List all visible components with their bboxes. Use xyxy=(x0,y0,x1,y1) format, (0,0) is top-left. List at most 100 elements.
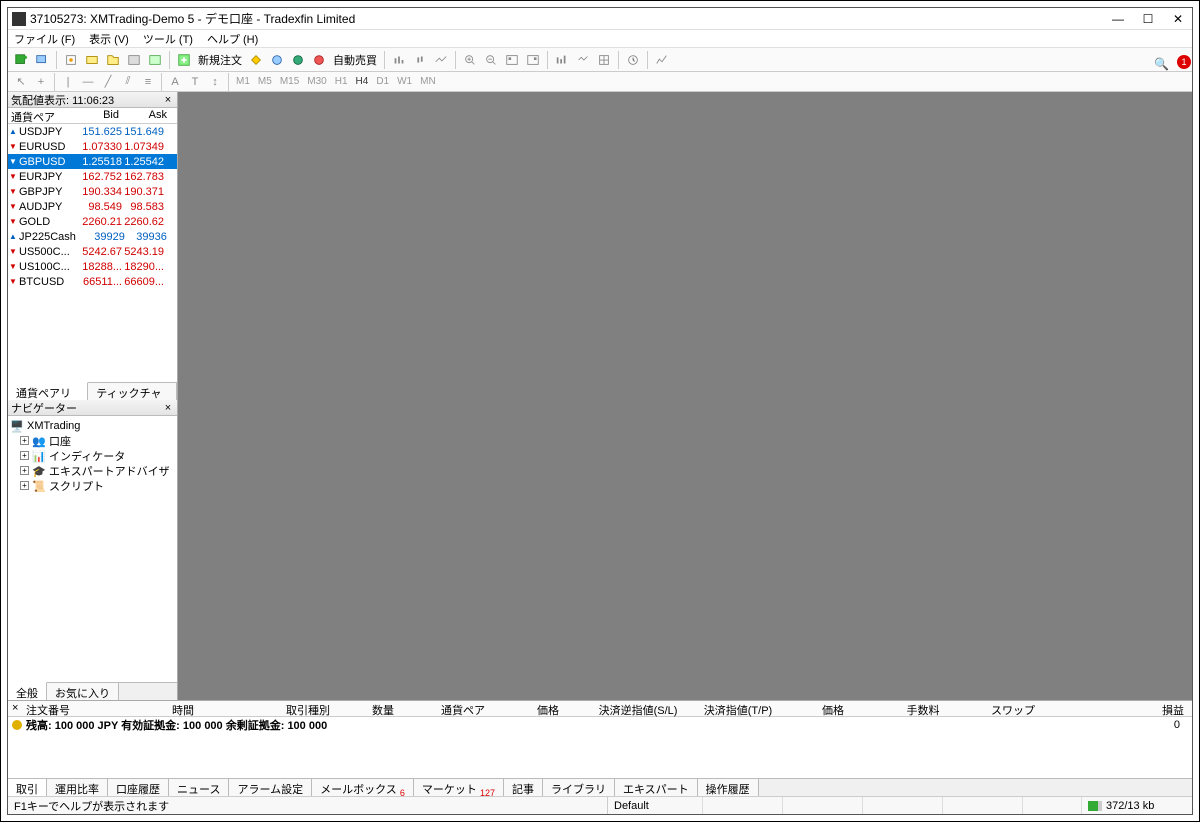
market-watch-row[interactable]: ▼GBPUSD1.255181.25542 xyxy=(8,154,177,169)
col-symbol[interactable]: 通貨ペア xyxy=(8,108,73,123)
tree-indicators[interactable]: +📊インディケータ xyxy=(10,448,175,463)
templates-button[interactable] xyxy=(595,51,613,69)
col-bid[interactable]: Bid xyxy=(73,108,122,123)
strategy-tester-button[interactable] xyxy=(146,51,164,69)
vertical-line-button[interactable]: | xyxy=(59,73,77,91)
tree-accounts[interactable]: +👥口座 xyxy=(10,433,175,448)
tf-w1[interactable]: W1 xyxy=(394,76,415,87)
market-watch-row[interactable]: ▲USDJPY151.625151.649 xyxy=(8,124,177,139)
new-order-icon[interactable] xyxy=(175,51,193,69)
menu-tools[interactable]: ツール (T) xyxy=(143,31,193,47)
col-order[interactable]: 注文番号 xyxy=(8,701,98,716)
terminal-tab[interactable]: 口座履歴 xyxy=(108,779,169,796)
data-window-button[interactable] xyxy=(83,51,101,69)
channel-button[interactable]: ⫽ xyxy=(119,73,137,91)
tree-experts[interactable]: +🎓エキスパートアドバイザ xyxy=(10,463,175,478)
status-profile[interactable]: Default xyxy=(608,797,703,814)
terminal-tab[interactable]: ライブラリ xyxy=(543,779,615,796)
market-watch-row[interactable]: ▼GOLD2260.212260.62 xyxy=(8,214,177,229)
col-price[interactable]: 価格 xyxy=(508,701,588,716)
text-label-button[interactable]: T xyxy=(186,73,204,91)
trendline-button[interactable]: ╱ xyxy=(99,73,117,91)
col-type[interactable]: 取引種別 xyxy=(268,701,348,716)
auto-scroll-button[interactable] xyxy=(503,51,521,69)
market-watch-row[interactable]: ▼EURJPY162.752162.783 xyxy=(8,169,177,184)
tf-m1[interactable]: M1 xyxy=(233,76,253,87)
line-chart-button[interactable] xyxy=(432,51,450,69)
expand-icon[interactable]: + xyxy=(20,481,29,490)
balance-row[interactable]: 残高: 100 000 JPY 有効証拠金: 100 000 余剰証拠金: 10… xyxy=(8,717,1192,732)
market-watch-row[interactable]: ▼GBPJPY190.334190.371 xyxy=(8,184,177,199)
terminal-tab[interactable]: アラーム設定 xyxy=(229,779,312,796)
crosshair-button[interactable]: + xyxy=(32,73,50,91)
notification-badge[interactable]: 1 xyxy=(1177,55,1191,69)
vps-button[interactable] xyxy=(289,51,307,69)
new-chart-button[interactable] xyxy=(12,51,30,69)
tree-root[interactable]: 🖥️XMTrading xyxy=(10,418,175,433)
terminal-tab[interactable]: 取引 xyxy=(8,779,47,796)
market-watch-row[interactable]: ▼US100C...18288...18290... xyxy=(8,259,177,274)
expand-icon[interactable]: + xyxy=(20,451,29,460)
chart-shift-button[interactable] xyxy=(524,51,542,69)
market-watch-row[interactable]: ▼EURUSD1.073301.07349 xyxy=(8,139,177,154)
col-swap[interactable]: スワップ xyxy=(968,701,1058,716)
terminal-tab[interactable]: メールボックス 6 xyxy=(312,779,414,796)
tab-common[interactable]: 全般 xyxy=(8,682,47,700)
col-ask[interactable]: Ask xyxy=(122,108,170,123)
terminal-close[interactable]: × xyxy=(12,702,18,714)
navigator-close[interactable]: × xyxy=(162,402,174,414)
tab-tick-chart[interactable]: ティックチャート xyxy=(88,383,177,400)
col-price2[interactable]: 価格 xyxy=(788,701,878,716)
market-watch-row[interactable]: ▼BTCUSD66511...66609... xyxy=(8,274,177,289)
search-icon[interactable]: 🔍 xyxy=(1154,57,1169,71)
col-tp[interactable]: 決済指値(T/P) xyxy=(688,701,788,716)
signals-button[interactable] xyxy=(268,51,286,69)
zoom-out-button[interactable] xyxy=(482,51,500,69)
indicators-button[interactable] xyxy=(553,51,571,69)
col-size[interactable]: 数量 xyxy=(348,701,418,716)
zoom-in-button[interactable] xyxy=(461,51,479,69)
market-watch-row[interactable]: ▼US500C...5242.675243.19 xyxy=(8,244,177,259)
tab-symbol-list[interactable]: 通貨ペアリスト xyxy=(8,382,88,400)
menu-file[interactable]: ファイル (F) xyxy=(14,31,75,47)
cursor-button[interactable]: ↖ xyxy=(12,73,30,91)
market-watch-button[interactable] xyxy=(62,51,80,69)
tf-d1[interactable]: D1 xyxy=(373,76,392,87)
horizontal-line-button[interactable]: — xyxy=(79,73,97,91)
col-commission[interactable]: 手数料 xyxy=(878,701,968,716)
terminal-button[interactable] xyxy=(125,51,143,69)
metaquotes-button[interactable] xyxy=(247,51,265,69)
tf-m5[interactable]: M5 xyxy=(255,76,275,87)
candle-chart-button[interactable] xyxy=(411,51,429,69)
tf-h1[interactable]: H1 xyxy=(332,76,351,87)
new-order-label[interactable]: 新規注文 xyxy=(196,52,244,68)
col-time[interactable]: 時間 xyxy=(98,701,268,716)
close-button[interactable]: ✕ xyxy=(1172,12,1184,26)
market-watch-row[interactable]: ▼AUDJPY98.54998.583 xyxy=(8,199,177,214)
tab-favorites[interactable]: お気に入り xyxy=(47,683,119,700)
profiles-button[interactable] xyxy=(33,51,51,69)
grid-button[interactable] xyxy=(653,51,671,69)
col-symbol[interactable]: 通貨ペア xyxy=(418,701,508,716)
tf-m15[interactable]: M15 xyxy=(277,76,302,87)
terminal-tab[interactable]: エキスパート xyxy=(615,779,698,796)
market-watch-row[interactable]: ▲JP225Cash3992939936 xyxy=(8,229,177,244)
minimize-button[interactable]: — xyxy=(1112,12,1124,26)
menu-view[interactable]: 表示 (V) xyxy=(89,31,129,47)
arrows-button[interactable]: ↕ xyxy=(206,73,224,91)
expand-icon[interactable]: + xyxy=(20,436,29,445)
fibonacci-button[interactable]: ≡ xyxy=(139,73,157,91)
tf-m30[interactable]: M30 xyxy=(304,76,329,87)
col-profit[interactable]: 損益 xyxy=(1058,701,1192,716)
col-sl[interactable]: 決済逆指値(S/L) xyxy=(588,701,688,716)
auto-trade-label[interactable]: 自動売買 xyxy=(331,52,379,68)
menu-help[interactable]: ヘルプ (H) xyxy=(207,31,258,47)
terminal-tab[interactable]: 操作履歴 xyxy=(698,779,759,796)
navigator-tree[interactable]: 🖥️XMTrading +👥口座 +📊インディケータ +🎓エキスパートアドバイザ… xyxy=(8,416,177,682)
period-dropdown[interactable] xyxy=(624,51,642,69)
tf-h4[interactable]: H4 xyxy=(353,76,372,87)
text-button[interactable]: A xyxy=(166,73,184,91)
status-connection[interactable]: 372/13 kb xyxy=(1082,797,1192,814)
terminal-tab[interactable]: 記事 xyxy=(504,779,543,796)
terminal-tab[interactable]: マーケット 127 xyxy=(414,779,504,796)
